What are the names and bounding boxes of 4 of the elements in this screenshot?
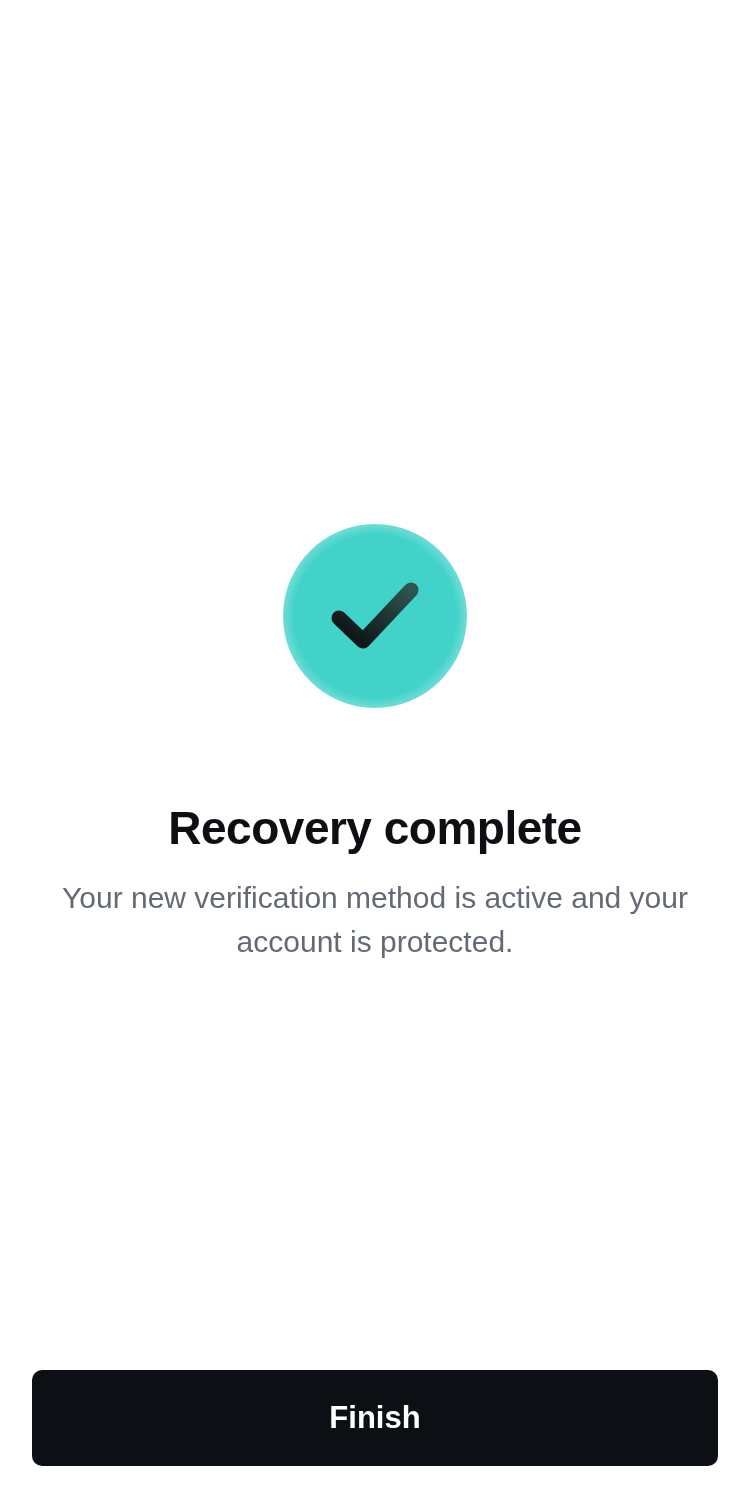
title: Recovery complete bbox=[168, 801, 582, 856]
finish-button[interactable]: Finish bbox=[32, 1370, 718, 1466]
check-circle-icon bbox=[283, 524, 467, 708]
message: Your new verification method is active and your account is protected. bbox=[61, 880, 689, 960]
